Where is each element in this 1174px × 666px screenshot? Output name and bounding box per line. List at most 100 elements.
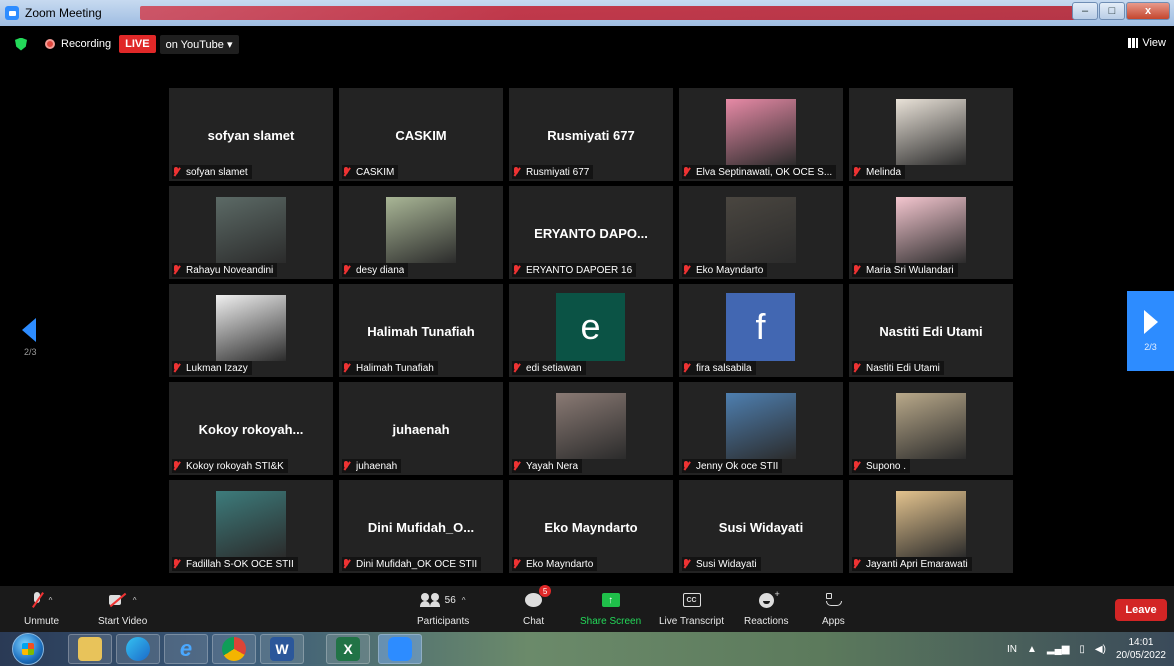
participant-tile[interactable]: Jenny Ok oce STII <box>679 382 843 475</box>
taskbar-excel[interactable]: X <box>326 634 370 664</box>
microphone-muted-icon <box>172 461 181 471</box>
minimize-button[interactable]: – <box>1072 2 1098 20</box>
taskbar-internet-explorer[interactable]: e <box>164 634 208 664</box>
taskbar-edge[interactable] <box>116 634 160 664</box>
microphone-muted-icon <box>682 363 691 373</box>
taskbar-clock[interactable]: 14:01 20/05/2022 <box>1116 636 1166 662</box>
recording-icon <box>45 39 55 49</box>
participant-name-bar: Lukman Izazy <box>172 361 252 375</box>
camera-off-icon <box>108 594 127 606</box>
chevron-up-icon[interactable]: ^ <box>462 596 466 605</box>
chrome-browser-icon <box>222 637 246 661</box>
closed-caption-icon: CC <box>682 593 701 607</box>
apps-label: Apps <box>822 616 845 627</box>
participant-photo <box>896 197 966 263</box>
participant-tile[interactable]: Susi Widayati Susi Widayati <box>679 480 843 573</box>
maximize-button[interactable]: □ <box>1099 2 1125 20</box>
participant-tile[interactable]: Dini Mufidah_O... Dini Mufidah_OK OCE STI… <box>339 480 503 573</box>
participant-name-bar: Melinda <box>852 165 906 179</box>
chevron-right-icon <box>1143 310 1158 334</box>
chevron-left-icon <box>22 318 36 342</box>
leave-button[interactable]: Leave <box>1115 599 1167 621</box>
participant-name-bar: Susi Widayati <box>682 557 761 571</box>
start-button[interactable] <box>12 633 44 665</box>
participant-tile[interactable]: Maria Sri Wulandari <box>849 186 1013 279</box>
microphone-muted-icon <box>172 363 181 373</box>
reactions-label: Reactions <box>744 616 789 627</box>
reactions-button[interactable]: + Reactions <box>744 589 789 628</box>
participant-tile[interactable]: Eko Mayndarto <box>679 186 843 279</box>
participant-tile[interactable]: Rahayu Noveandini <box>169 186 333 279</box>
participant-tile[interactable]: Elva Septinawati, OK OCE S... <box>679 88 843 181</box>
participant-tile[interactable]: CASKIM CASKIM <box>339 88 503 181</box>
microphone-muted-icon <box>342 461 351 471</box>
participant-tile[interactable]: Fadillah S-OK OCE STII <box>169 480 333 573</box>
participant-name-bar: CASKIM <box>342 165 399 179</box>
microphone-muted-icon <box>852 265 861 275</box>
participant-name-bar: Rusmiyati 677 <box>512 165 594 179</box>
participant-tile[interactable]: f fira salsabila <box>679 284 843 377</box>
volume-icon[interactable]: ◀) <box>1095 644 1106 655</box>
taskbar-chrome[interactable] <box>212 634 256 664</box>
participant-tile[interactable]: Lukman Izazy <box>169 284 333 377</box>
previous-page-button[interactable]: 2/3 <box>22 318 37 357</box>
view-button[interactable]: View <box>1128 37 1166 49</box>
participant-tile[interactable]: Halimah Tunafiah Halimah Tunafiah <box>339 284 503 377</box>
folder-icon <box>78 637 102 661</box>
close-button[interactable]: x <box>1126 2 1170 20</box>
participant-display-name: ERYANTO DAPO... <box>534 226 648 241</box>
participant-name: Kokoy rokoyah STI&K <box>186 460 284 472</box>
taskbar-file-explorer[interactable] <box>68 634 112 664</box>
encryption-shield-icon[interactable] <box>15 37 27 51</box>
live-transcript-button[interactable]: CC Live Transcript <box>659 590 724 627</box>
recording-label[interactable]: Recording <box>61 38 111 50</box>
participant-tile[interactable]: Eko Mayndarto Eko Mayndarto <box>509 480 673 573</box>
show-hidden-icons-icon[interactable]: ▲ <box>1027 644 1037 655</box>
taskbar-word[interactable]: W <box>260 634 304 664</box>
start-video-button[interactable]: ^ Start Video <box>98 590 147 627</box>
participant-photo <box>726 393 796 459</box>
participant-tile[interactable]: e edi setiawan <box>509 284 673 377</box>
zoom-icon <box>388 637 412 661</box>
participant-tile[interactable]: Nastiti Edi Utami Nastiti Edi Utami <box>849 284 1013 377</box>
participant-photo <box>896 393 966 459</box>
participant-name: Halimah Tunafiah <box>356 362 434 374</box>
zoom-app-icon <box>5 6 19 20</box>
taskbar-zoom[interactable] <box>378 634 422 664</box>
participant-name: Fadillah S-OK OCE STII <box>186 558 294 570</box>
participant-tile[interactable]: Melinda <box>849 88 1013 181</box>
participant-tile[interactable]: sofyan slamet sofyan slamet <box>169 88 333 181</box>
participant-tile[interactable]: ERYANTO DAPO... ERYANTO DAPOER 16 <box>509 186 673 279</box>
battery-icon[interactable]: ▯ <box>1079 644 1085 655</box>
unmute-label: Unmute <box>24 616 60 627</box>
participant-tile[interactable]: juhaenah juhaenah <box>339 382 503 475</box>
input-language[interactable]: IN <box>1007 644 1017 655</box>
chat-button[interactable]: 5 Chat <box>523 585 552 627</box>
unmute-button[interactable]: ^ Unmute <box>24 590 59 627</box>
participants-button[interactable]: 56 ^ Participants <box>417 590 469 627</box>
participant-name: fira salsabila <box>696 362 752 374</box>
next-page-button[interactable]: 2/3 <box>1127 291 1174 371</box>
share-screen-button[interactable]: ↑ Share Screen <box>580 590 641 627</box>
participant-name: Lukman Izazy <box>186 362 248 374</box>
network-signal-icon[interactable]: ▂▄▆ <box>1047 644 1069 655</box>
participant-tile[interactable]: desy diana <box>339 186 503 279</box>
chevron-up-icon[interactable]: ^ <box>133 596 137 605</box>
grid-view-icon <box>1128 38 1139 48</box>
participant-tile[interactable]: Supono . <box>849 382 1013 475</box>
participant-tile[interactable]: Kokoy rokoyah... Kokoy rokoyah STI&K <box>169 382 333 475</box>
edge-browser-icon <box>126 637 150 661</box>
participant-tile[interactable]: Yayah Nera <box>509 382 673 475</box>
chat-unread-badge: 5 <box>539 585 552 597</box>
chat-label: Chat <box>523 616 545 627</box>
live-stream-dropdown[interactable]: on YouTube ▾ <box>159 34 239 54</box>
apps-button[interactable]: Apps <box>822 590 845 627</box>
participant-tile[interactable]: Jayanti Apri Emarawati <box>849 480 1013 573</box>
participant-avatar: e <box>556 293 625 361</box>
microphone-muted-icon <box>682 265 691 275</box>
participant-tile[interactable]: Rusmiyati 677 Rusmiyati 677 <box>509 88 673 181</box>
participant-name-bar: Rahayu Noveandini <box>172 263 278 277</box>
chevron-up-icon[interactable]: ^ <box>49 596 53 605</box>
participant-name-bar: Maria Sri Wulandari <box>852 263 958 277</box>
participant-name: Yayah Nera <box>526 460 579 472</box>
